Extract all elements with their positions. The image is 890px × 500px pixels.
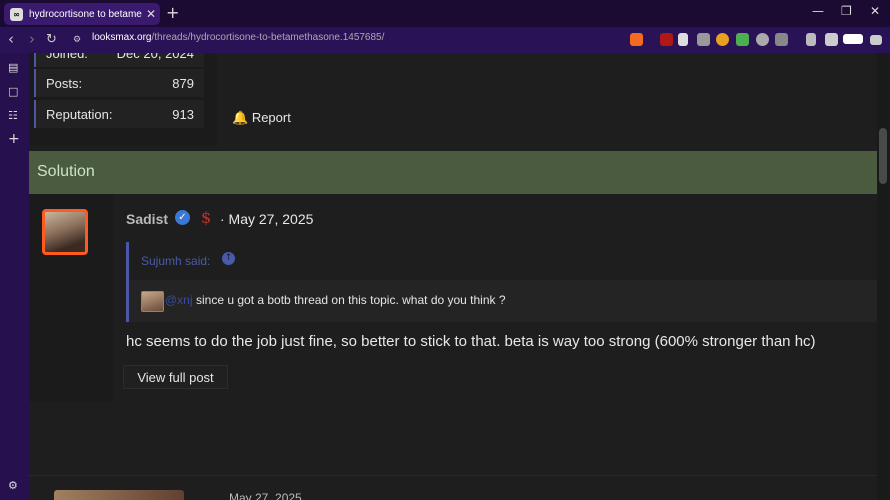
maximize-icon[interactable]: ❐ — [841, 4, 852, 18]
browser-tab[interactable]: ∞ hydrocortisone to betamethasone ✕ — [4, 3, 160, 25]
reputation-value: 913 — [172, 107, 194, 122]
quote-text: since u got a botb thread on this topic.… — [196, 293, 506, 307]
history-icon[interactable]: ☷ — [8, 109, 20, 122]
next-post-date[interactable]: May 27, 2025 — [229, 491, 302, 500]
address-bar[interactable]: looksmax.org/threads/hydrocortisone-to-b… — [92, 32, 632, 48]
settings-gear-icon[interactable]: ⚙ — [8, 479, 20, 492]
browser-titlebar: ∞ hydrocortisone to betamethasone ✕ + — … — [0, 0, 890, 27]
solution-header: Solution — [29, 151, 877, 194]
url-domain: looksmax.org — [92, 32, 152, 43]
pen-icon[interactable] — [678, 33, 688, 46]
browser-sidebar: ▤ □ ☷ + ⚙ — [0, 53, 29, 500]
quote-body: @xnj since u got a botb thread on this t… — [129, 280, 877, 322]
reading-list-icon[interactable]: ▤ — [8, 61, 20, 74]
report-button[interactable]: 🔔 Report — [232, 110, 291, 126]
minimize-icon[interactable]: — — [812, 4, 824, 18]
screenshot-icon[interactable] — [775, 33, 788, 46]
bell-icon: 🔔 — [232, 110, 249, 125]
ublock-icon[interactable] — [660, 33, 673, 46]
post-divider — [29, 475, 877, 476]
report-label: Report — [251, 110, 291, 125]
joined-label: Joined: — [46, 53, 88, 61]
close-window-icon[interactable]: ✕ — [870, 4, 880, 18]
quote-avatar — [141, 291, 164, 312]
reputation-label: Reputation: — [46, 107, 113, 122]
reload-icon[interactable]: ↻ — [46, 32, 57, 47]
verified-badge-icon: ✓ — [175, 210, 190, 225]
reputation-stat: Reputation: 913 — [34, 100, 204, 128]
view-full-post-button[interactable]: View full post — [123, 365, 228, 389]
url-path: /threads/hydrocortisone-to-betamethasone… — [151, 32, 385, 43]
joined-value: Dec 20, 2024 — [116, 53, 194, 61]
menu-icon[interactable] — [870, 35, 882, 45]
user-mention[interactable]: @xnj — [165, 293, 193, 307]
puzzle-icon[interactable] — [756, 33, 769, 46]
joined-stat: Joined: Dec 20, 2024 — [34, 53, 204, 67]
dollar-badge-icon: $ — [201, 208, 212, 227]
avatar[interactable] — [42, 209, 88, 255]
post-text: hc seems to do the job just fine, so bet… — [126, 333, 816, 350]
user-info-column: Joined: Dec 20, 2024 Posts: 879 Reputati… — [29, 53, 217, 145]
solution-title: Solution — [37, 163, 95, 180]
posts-label: Posts: — [46, 76, 83, 91]
quote-block: Sujumh said: ↑ @xnj since u got a botb t… — [126, 242, 877, 322]
new-tab-button[interactable]: + — [166, 3, 179, 22]
username[interactable]: Sadist — [126, 211, 168, 227]
extension-icon[interactable] — [697, 33, 710, 46]
close-tab-icon[interactable]: ✕ — [146, 7, 156, 21]
forward-icon[interactable]: › — [29, 30, 35, 48]
posts-value: 879 — [172, 76, 194, 91]
next-post-avatar[interactable] — [54, 490, 184, 500]
sheet-icon[interactable] — [736, 33, 749, 46]
download-icon[interactable] — [806, 33, 816, 46]
bookmarks-icon[interactable]: □ — [8, 85, 20, 98]
sidebar-toggle-icon[interactable] — [825, 33, 838, 46]
scrollbar-thumb[interactable] — [879, 128, 887, 184]
back-icon[interactable]: ‹ — [8, 30, 14, 48]
page-content: Joined: Dec 20, 2024 Posts: 879 Reputati… — [29, 53, 877, 500]
moon-icon[interactable] — [716, 33, 729, 46]
go-to-quote-icon[interactable]: ↑ — [222, 252, 235, 265]
posts-stat: Posts: 879 — [34, 69, 204, 97]
quote-author[interactable]: Sujumh said: — [141, 254, 210, 268]
tab-favicon-icon: ∞ — [10, 7, 23, 21]
page-scrollbar[interactable] — [877, 53, 890, 500]
post-date[interactable]: · May 27, 2025 — [220, 211, 313, 227]
site-settings-icon[interactable]: ⚙ — [73, 35, 81, 45]
tab-title: hydrocortisone to betamethasone — [29, 8, 142, 20]
browser-toolbar: ‹ › ↻ ⚙ looksmax.org/threads/hydrocortis… — [0, 27, 890, 53]
brave-shields-icon[interactable] — [630, 33, 643, 46]
add-panel-icon[interactable]: + — [8, 131, 20, 147]
vpn-icon[interactable] — [843, 34, 863, 44]
